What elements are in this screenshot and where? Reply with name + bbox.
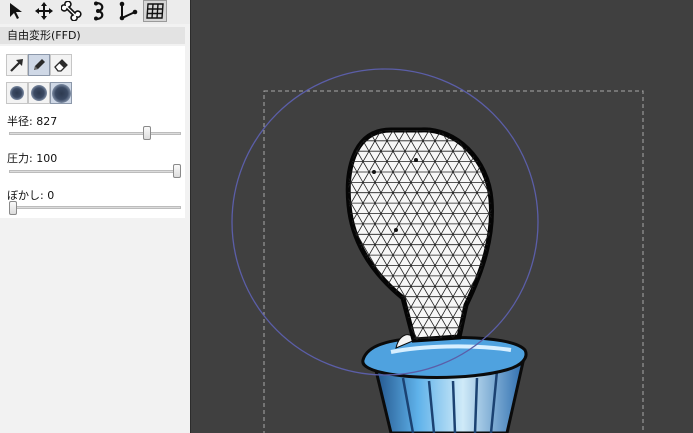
blur-slider-track[interactable] <box>9 206 181 209</box>
pressure-slider-thumb[interactable] <box>173 164 181 178</box>
blur-value: 0 <box>47 189 55 202</box>
brush-medium-button[interactable] <box>28 82 50 104</box>
pencil-mode-button[interactable] <box>28 54 50 76</box>
bone-icon <box>61 1 82 21</box>
radius-value: 827 <box>36 115 58 128</box>
tool-panel: 自由変形(FFD) 半径: 827 圧力: 100 ぼかし: 0 <box>0 0 191 433</box>
move-icon <box>35 2 53 20</box>
radius-label: 半径: 827 <box>7 115 58 128</box>
ffd-section-title: 自由変形(FFD) <box>0 27 185 44</box>
mesh-grid-icon <box>146 3 164 19</box>
pencil-icon <box>34 59 45 70</box>
eraser-icon <box>54 59 68 72</box>
mesh-bulb-object <box>345 127 494 343</box>
eraser-mode-button[interactable] <box>50 54 72 76</box>
toolbar <box>0 0 190 24</box>
blur-slider-thumb[interactable] <box>9 201 17 215</box>
pressure-value: 100 <box>36 152 58 165</box>
radius-slider-track[interactable] <box>9 132 181 135</box>
vertex-icon <box>119 1 138 21</box>
curve-icon <box>94 1 104 21</box>
drawing-canvas[interactable] <box>191 0 693 433</box>
select-arrow-icon <box>10 3 22 19</box>
brush-large-button[interactable] <box>50 82 72 104</box>
cup-artwork <box>361 334 528 433</box>
brush-large-icon <box>51 83 71 103</box>
brush-medium-icon <box>31 85 47 101</box>
move-tool-button[interactable] <box>32 0 56 22</box>
brush-small-button[interactable] <box>6 82 28 104</box>
select-tool-button[interactable] <box>4 0 28 22</box>
brush-small-icon <box>10 86 24 100</box>
pressure-label: 圧力: 100 <box>7 152 58 165</box>
vertex-tool-button[interactable] <box>116 0 140 22</box>
radius-slider-thumb[interactable] <box>143 126 152 140</box>
bone-tool-button[interactable] <box>60 0 84 22</box>
push-arrow-icon <box>10 59 23 72</box>
push-mode-button[interactable] <box>6 54 28 76</box>
ffd-options: 半径: 827 圧力: 100 ぼかし: 0 <box>0 46 185 218</box>
pressure-slider-track[interactable] <box>9 170 181 173</box>
curve-tool-button[interactable] <box>88 0 112 22</box>
mesh-tool-button[interactable] <box>143 0 167 22</box>
